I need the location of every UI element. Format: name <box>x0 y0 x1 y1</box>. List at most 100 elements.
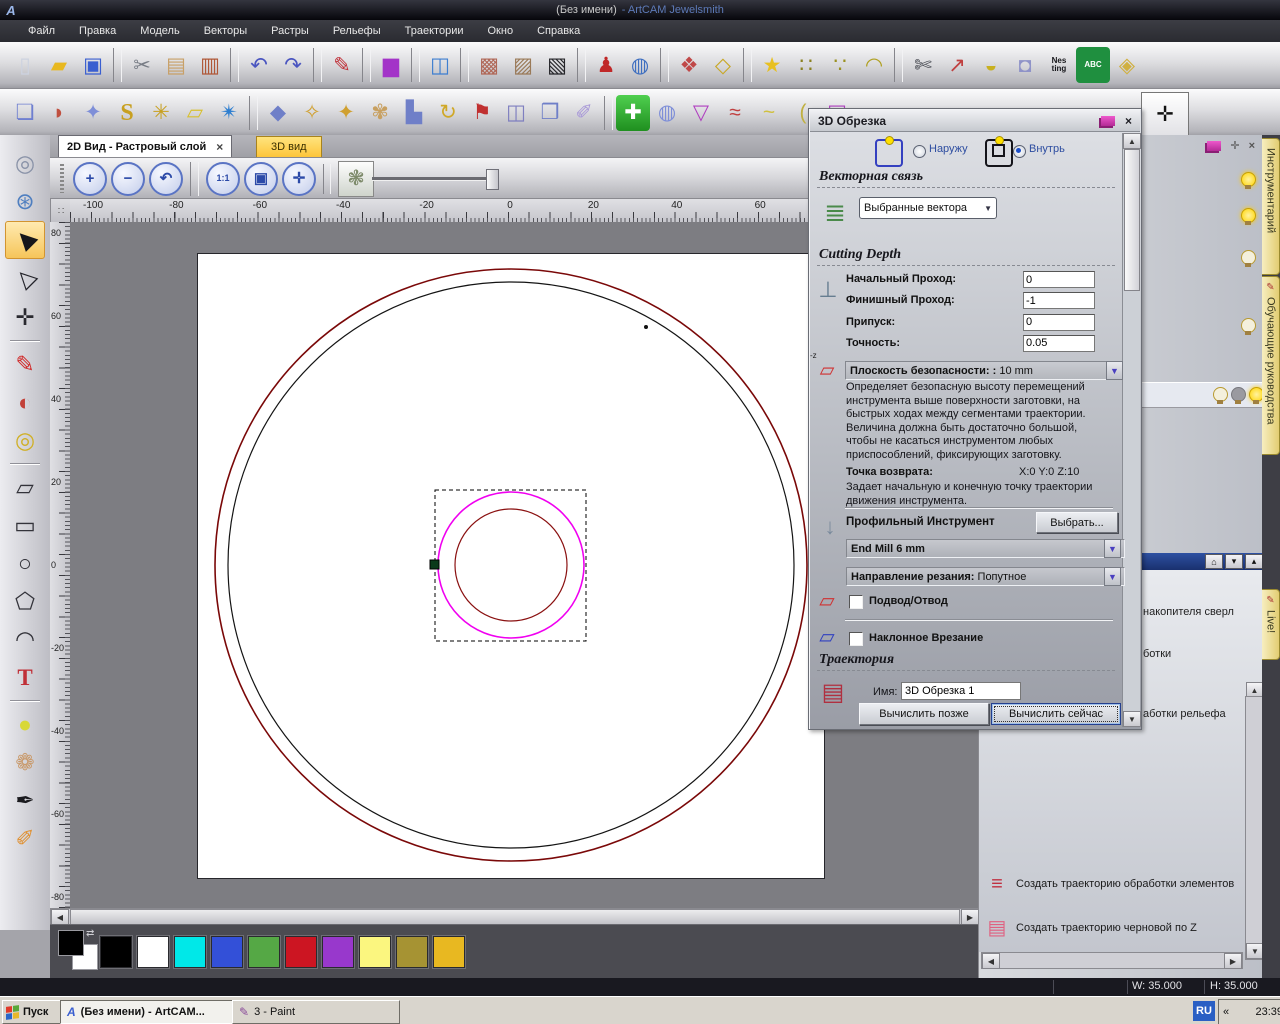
inverted-bear-icon[interactable]: ▧ <box>540 47 574 83</box>
dialog-scroll-up-icon[interactable]: ▲ <box>1123 133 1141 149</box>
model-options-icon[interactable]: ◫ <box>423 47 457 83</box>
paste-array-icon[interactable]: ∷ <box>789 47 823 83</box>
flood-fill-icon[interactable]: ◐ <box>6 384 44 420</box>
close-2d-view-icon[interactable]: × <box>216 140 223 154</box>
allowance-field[interactable] <box>1023 314 1095 331</box>
help-book-icon[interactable] <box>1101 116 1115 126</box>
dialog-title-bar[interactable]: 3D Обрезка × <box>810 110 1140 132</box>
notes-icon[interactable]: ✎ <box>325 47 359 83</box>
color-swatch[interactable] <box>100 936 132 968</box>
new-model-icon[interactable]: ▯ <box>8 47 42 83</box>
menu-item[interactable]: Справка <box>525 23 592 39</box>
tab-3d-view[interactable]: 3D вид <box>256 136 322 158</box>
toggle-bitmap-button[interactable]: ❃ <box>338 161 374 197</box>
tray-chevron-icon[interactable]: « <box>1223 1006 1229 1018</box>
toolpath-item[interactable]: ≡ Создать траекторию обработки элементов <box>986 868 1238 900</box>
outer-contour-circle[interactable] <box>215 269 807 861</box>
wrap-icon[interactable]: ↻ <box>431 95 465 131</box>
scroll-thumb[interactable] <box>70 909 960 925</box>
node-polygon-icon[interactable]: ◇ <box>706 47 740 83</box>
paste-icon[interactable]: ▥ <box>193 47 227 83</box>
shape-editor-icon[interactable]: ◗ <box>42 95 76 131</box>
zoom-slider-thumb[interactable] <box>486 169 499 190</box>
measure-icon[interactable]: ◎ <box>6 422 44 458</box>
menu-item[interactable]: Файл <box>16 23 67 39</box>
bulb-icon[interactable] <box>1213 387 1228 402</box>
star-shape-icon[interactable]: ✦ <box>76 95 110 131</box>
select-tool-icon[interactable]: ▶ <box>5 221 45 259</box>
toolpath-name-input[interactable] <box>901 682 1021 700</box>
reference-book-icon[interactable]: ▆ <box>374 47 408 83</box>
menu-item[interactable]: Траектории <box>393 23 476 39</box>
zoom-in-button[interactable]: + <box>73 162 107 196</box>
transform-icon[interactable]: ✛ <box>6 299 44 335</box>
list-h-scrollbar[interactable]: ◀ ▶ <box>981 952 1243 969</box>
menu-item[interactable]: Рельефы <box>321 23 393 39</box>
cut-icon[interactable]: ✂ <box>125 47 159 83</box>
tolerance-field[interactable] <box>1023 335 1095 352</box>
dome-icon[interactable]: ◍ <box>650 95 684 131</box>
color-swatch[interactable] <box>174 936 206 968</box>
offset-shape-icon[interactable]: ◒ <box>974 47 1008 83</box>
chisel-icon[interactable]: ✐ <box>6 820 44 856</box>
side-tab[interactable]: ✎ Обучающие руководства <box>1262 276 1280 455</box>
list-scroll-left-icon[interactable]: ◀ <box>982 953 1000 969</box>
flag-icon[interactable]: ⚑ <box>465 95 499 131</box>
press-tool-icon[interactable]: ▾ <box>1225 554 1243 569</box>
zoom-extents-button[interactable]: ✛ <box>282 162 316 196</box>
toolpath-item[interactable]: ▤ Создать траекторию черновой по Z <box>986 912 1238 944</box>
select-tool-button[interactable]: Выбрать... <box>1036 512 1118 533</box>
radio-inside[interactable] <box>1013 145 1026 158</box>
selected-vector-circle[interactable] <box>438 492 584 638</box>
list-v-scrollbar[interactable]: ▼ <box>1245 696 1263 960</box>
taskbar-item-paint[interactable]: ✎ 3 - Paint <box>232 1000 400 1024</box>
light-figure-icon[interactable]: ♟ <box>589 47 623 83</box>
primary-color-swatch[interactable] <box>58 930 84 956</box>
dialog-scroll-down-icon[interactable]: ▼ <box>1123 711 1141 727</box>
scroll-right-icon[interactable]: ▶ <box>961 909 979 925</box>
inner-contour-circle[interactable] <box>228 282 794 848</box>
smudge-icon[interactable]: ✒ <box>6 782 44 818</box>
redo-icon[interactable]: ↷ <box>276 47 310 83</box>
vector-association-dropdown[interactable]: Выбранные вектора ▼ <box>859 197 997 219</box>
fit-vectors-icon[interactable]: ❖ <box>672 47 706 83</box>
bulb-icon[interactable] <box>1241 172 1256 187</box>
toolpath-item-partial[interactable]: накопителя сверл <box>1143 606 1234 618</box>
menu-item[interactable]: Окно <box>476 23 526 39</box>
spin-icon[interactable]: ✧ <box>295 95 329 131</box>
color-swatch[interactable] <box>211 936 243 968</box>
turn-icon[interactable]: ✦ <box>329 95 363 131</box>
abc-panel-icon[interactable]: ABC <box>1076 47 1110 83</box>
node-editing-icon[interactable]: ▷ <box>6 261 44 297</box>
weave-curves-icon[interactable]: ≈ <box>718 95 752 131</box>
ramp-checkbox[interactable] <box>849 632 863 646</box>
polygon-tool-icon[interactable]: ⬠ <box>6 583 44 619</box>
menu-item[interactable]: Векторы <box>192 23 259 39</box>
calculate-later-button[interactable]: Вычислить позже <box>859 703 989 725</box>
tab-2d-view[interactable]: 2D Вид - Растровый слой × <box>58 135 232 157</box>
close-dialog-icon[interactable]: × <box>1125 114 1132 128</box>
color-swatch[interactable] <box>433 936 465 968</box>
scroll-left-icon[interactable]: ◀ <box>51 909 69 925</box>
pan-globe-icon[interactable]: ⊛ <box>6 183 44 219</box>
relief-wizard-icon[interactable]: ✴ <box>212 95 246 131</box>
cube-icon[interactable]: ❒ <box>533 95 567 131</box>
zoom-1to1-button[interactable]: 1:1 <box>206 162 240 196</box>
color-swatch[interactable] <box>322 936 354 968</box>
list-scroll-right-icon[interactable]: ▶ <box>1224 953 1242 969</box>
relief-layers-icon[interactable]: ❏ <box>8 95 42 131</box>
pillow-icon[interactable]: ◫ <box>499 95 533 131</box>
color-swatch[interactable] <box>285 936 317 968</box>
finish-pass-field[interactable] <box>1023 292 1095 309</box>
menu-item[interactable]: Растры <box>259 23 321 39</box>
zoom-previous-button[interactable]: ↶ <box>149 162 183 196</box>
bulb-icon[interactable] <box>1241 250 1256 265</box>
bag-icon[interactable]: ◘ <box>1008 47 1042 83</box>
carve-icon[interactable]: ✐ <box>567 95 601 131</box>
sculpt-icon[interactable]: ❁ <box>6 744 44 780</box>
weave-wizard-icon[interactable]: ✳ <box>144 95 178 131</box>
curve-measure-icon[interactable]: ↗ <box>940 47 974 83</box>
texture-s-icon[interactable]: S <box>110 95 144 131</box>
lead-in-out-checkbox[interactable] <box>849 595 863 609</box>
dialog-scrollbar[interactable]: ▲ ▼ <box>1122 133 1140 727</box>
